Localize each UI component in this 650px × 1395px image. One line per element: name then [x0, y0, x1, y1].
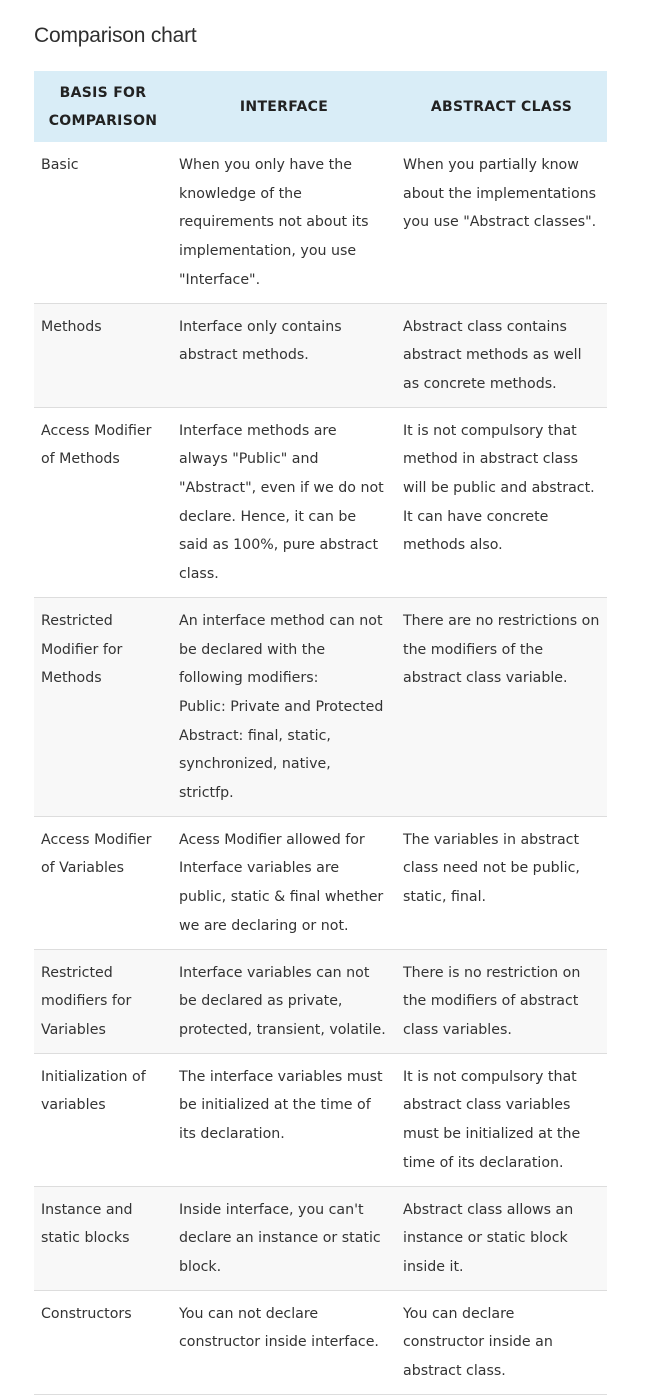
- cell-text: Interface only contains abstract methods…: [179, 318, 342, 364]
- basis-cell: Restricted Modifier for Methods: [34, 597, 172, 817]
- cell-text: Abstract: final, static, synchronized, n…: [179, 727, 331, 802]
- table-row: Restricted Modifier for Methods An interf…: [34, 597, 607, 817]
- abstract-class-cell: You can declare constructor inside an ab…: [396, 1290, 607, 1395]
- interface-cell: You can not declare constructor inside i…: [172, 1290, 396, 1395]
- basis-cell: Access Modifier of Methods: [34, 407, 172, 598]
- cell-text: Interface variables can not be declared …: [179, 964, 386, 1038]
- table-row: Access Modifier of Methods Interface meth…: [34, 407, 607, 598]
- abstract-class-cell: There is no restriction on the modifiers…: [396, 949, 607, 1054]
- table-row: Access Modifier of Variables Acess Modifi…: [34, 816, 607, 950]
- cell-text: Abstract class allows an instance or sta…: [403, 1201, 574, 1275]
- cell-text: When you only have the knowledge of the …: [179, 157, 369, 288]
- interface-cell: Acess Modifier allowed for Interface var…: [172, 816, 396, 950]
- abstract-class-cell: It is not compulsory that abstract class…: [396, 1053, 607, 1187]
- cell-text: You can not declare constructor inside i…: [179, 1305, 379, 1351]
- basis-cell: Instance and static blocks: [34, 1186, 172, 1291]
- abstract-class-cell: The variables in abstract class need not…: [396, 816, 607, 950]
- basis-cell: Methods: [34, 303, 172, 408]
- cell-text: It is not compulsory that method in abst…: [403, 422, 595, 554]
- interface-cell: Interface methods are always "Public" an…: [172, 407, 396, 598]
- interface-cell: When you only have the knowledge of the …: [172, 142, 396, 304]
- interface-cell: An interface method can not be declared …: [172, 597, 396, 817]
- basis-cell: Access Modifier of Variables: [34, 816, 172, 950]
- abstract-class-cell: When you partially know about the implem…: [396, 142, 607, 304]
- cell-text: Interface methods are always "Public" an…: [179, 422, 384, 583]
- basis-cell: Basic: [34, 142, 172, 304]
- abstract-class-cell: Abstract class allows an instance or sta…: [396, 1186, 607, 1291]
- cell-text: Abstract class contains abstract methods…: [403, 318, 582, 392]
- table-row: Constructors You can not declare construc…: [34, 1290, 607, 1395]
- interface-cell: The interface variables must be initiali…: [172, 1053, 396, 1187]
- table-row: Instance and static blocks Inside interfa…: [34, 1186, 607, 1291]
- interface-cell: Interface variables can not be declared …: [172, 949, 396, 1054]
- table-header: BASIS FOR COMPARISON INTERFACE ABSTRACT …: [34, 71, 607, 142]
- basis-cell: Constructors: [34, 1290, 172, 1395]
- comparison-table: BASIS FOR COMPARISON INTERFACE ABSTRACT …: [34, 71, 607, 1395]
- cell-text: The interface variables must be initiali…: [179, 1068, 383, 1143]
- table-row: Basic When you only have the knowledge of…: [34, 142, 607, 304]
- cell-text: There is no restriction on the modifiers…: [403, 964, 581, 1038]
- table-row: Initialization of variables The interface…: [34, 1053, 607, 1187]
- cell-text: Inside interface, you can't declare an i…: [179, 1201, 381, 1275]
- table-row: Restricted modifiers for Variables Interf…: [34, 949, 607, 1054]
- page-title: Comparison chart: [34, 24, 197, 47]
- cell-text: Public: Private and Protected: [179, 698, 384, 715]
- cell-text: An interface method can not be declared …: [179, 612, 383, 687]
- column-header-interface: INTERFACE: [239, 98, 329, 115]
- header-row: BASIS FOR COMPARISON INTERFACE ABSTRACT …: [34, 71, 607, 142]
- cell-text: You can declare constructor inside an ab…: [403, 1305, 553, 1380]
- column-header-abstract-class: ABSTRACT CLASS: [430, 98, 573, 115]
- interface-cell: Inside interface, you can't declare an i…: [172, 1186, 396, 1291]
- cell-text: There are no restrictions on the modifie…: [403, 612, 600, 687]
- cell-text: The variables in abstract class need not…: [403, 831, 580, 906]
- table-body: Basic When you only have the knowledge of…: [34, 142, 607, 1395]
- cell-text: It is not compulsory that abstract class…: [403, 1068, 581, 1171]
- column-header-basis: BASIS FOR COMPARISON: [48, 84, 158, 129]
- basis-cell: Restricted modifiers for Variables: [34, 949, 172, 1054]
- cell-text: Acess Modifier allowed for Interface var…: [179, 831, 384, 934]
- table-row: Methods Interface only contains abstract …: [34, 303, 607, 408]
- abstract-class-cell: Abstract class contains abstract methods…: [396, 303, 607, 408]
- cell-text: When you partially know about the implem…: [403, 157, 597, 231]
- abstract-class-cell: It is not compulsory that method in abst…: [396, 407, 607, 598]
- interface-cell: Interface only contains abstract methods…: [172, 303, 396, 408]
- basis-cell: Initialization of variables: [34, 1053, 172, 1187]
- abstract-class-cell: There are no restrictions on the modifie…: [396, 597, 607, 817]
